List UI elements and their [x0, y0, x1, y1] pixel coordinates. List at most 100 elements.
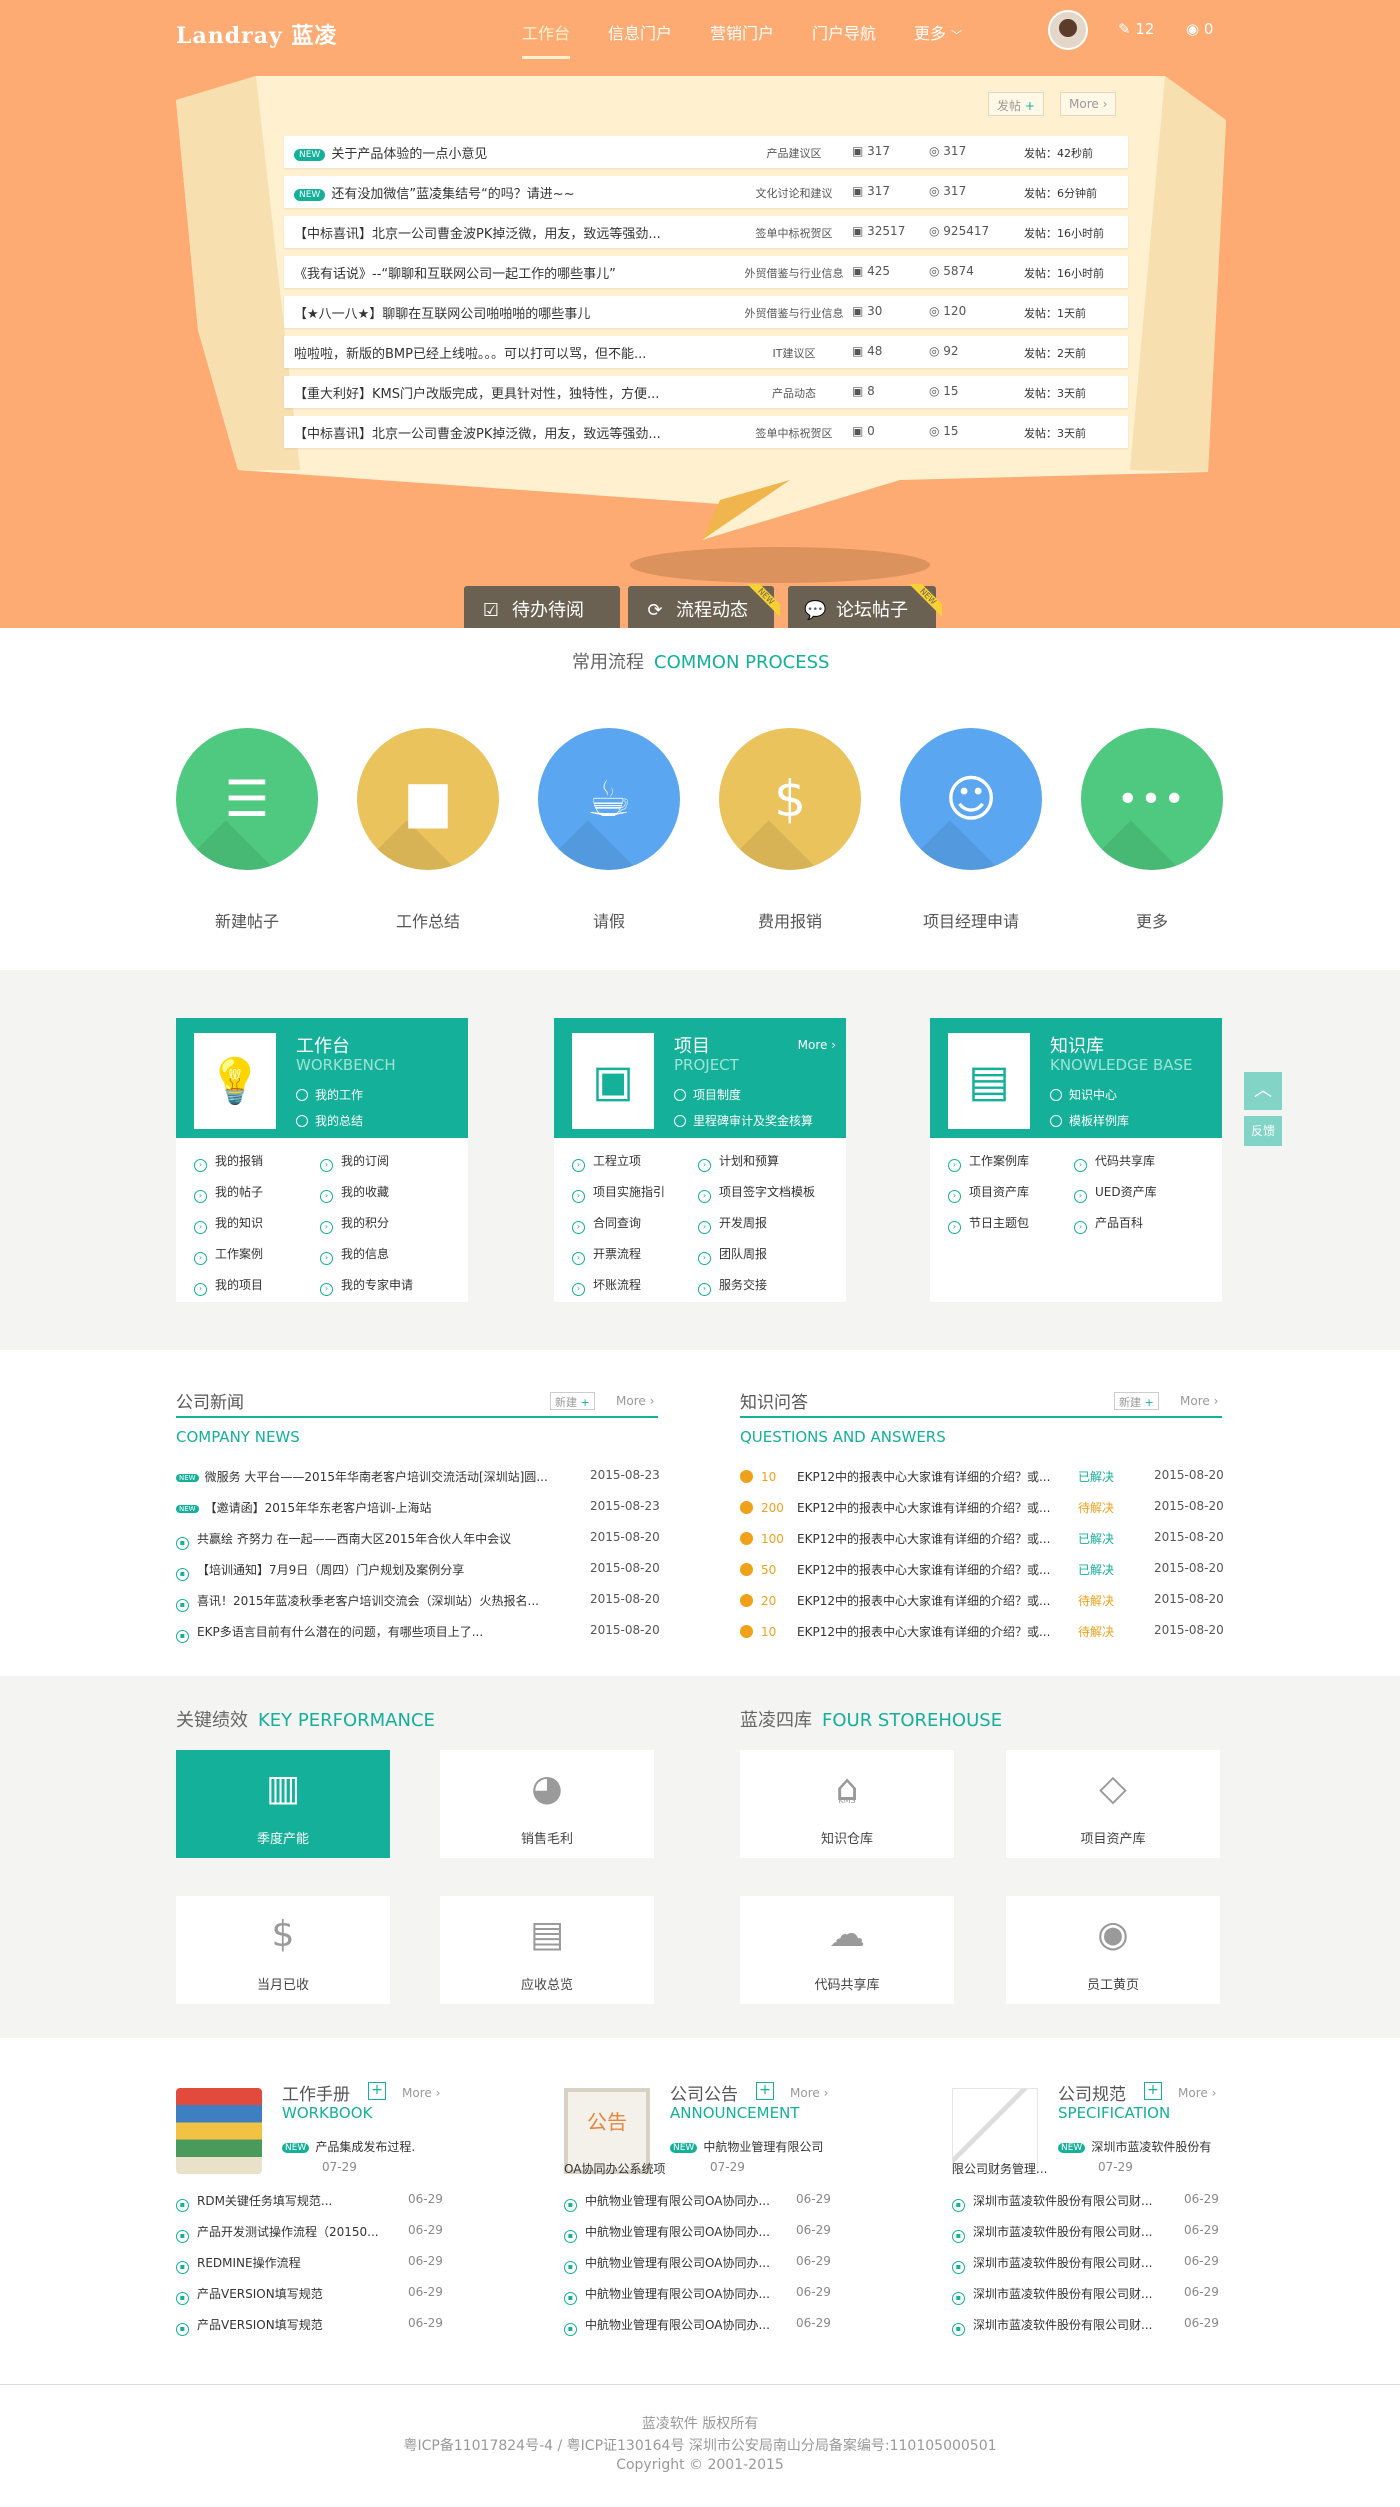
panel-link[interactable]: › 团队周报: [698, 1245, 767, 1265]
column-item[interactable]: ▪ 深圳市蓝凌软件股份有限公司财...: [952, 2316, 1152, 2336]
panel-link[interactable]: › 项目资产库: [948, 1183, 1029, 1203]
add-button[interactable]: +: [1144, 2082, 1162, 2100]
panel-more-link[interactable]: More ›: [798, 1038, 836, 1052]
post-button[interactable]: 发帖 +: [988, 92, 1044, 116]
forum-post-title[interactable]: NEW 还有没加微信”蓝凌集结号“的吗？请进~~: [294, 183, 575, 202]
forum-post-row[interactable]: 【重大利好】KMS门户改版完成，更具针对性，独特性，方便... 产品动态 ▣ 8 ◎ …: [284, 376, 1128, 408]
panel-link[interactable]: › 节日主题包: [948, 1214, 1029, 1234]
qa-more-link[interactable]: More ›: [1180, 1394, 1218, 1408]
news-item[interactable]: ▪ 共赢绘 齐努力 在一起——西南大区2015年合伙人年中会议: [176, 1530, 511, 1550]
column-item[interactable]: ▪ 深圳市蓝凌软件股份有限公司财...: [952, 2254, 1152, 2274]
add-button[interactable]: +: [368, 2082, 386, 2100]
column-item[interactable]: ▪ RDM关键任务填写规范...: [176, 2192, 332, 2212]
featured-item[interactable]: NEW 深圳市蓝凌软件股份有: [1058, 2138, 1211, 2155]
forum-post-category[interactable]: 外贸借鉴与行业信息: [734, 305, 854, 321]
panel-head-link[interactable]: 模板样例库: [1050, 1112, 1129, 1129]
panel-link[interactable]: › 我的订阅: [320, 1152, 389, 1172]
storehouse-tile[interactable]: ☁ 代码共享库: [740, 1896, 954, 2004]
panel-link[interactable]: › 我的知识: [194, 1214, 263, 1234]
tab-todo[interactable]: ☑ 待办待阅: [464, 586, 620, 628]
performance-tile[interactable]: ▤ 应收总览: [440, 1896, 654, 2004]
process-item-label[interactable]: 新建帖子: [176, 908, 318, 932]
panel-link[interactable]: › 服务交接: [698, 1276, 767, 1296]
qa-item[interactable]: 10 EKP12中的报表中心大家谁有详细的介绍？或...: [740, 1623, 1050, 1640]
panel-link[interactable]: › 我的报销: [194, 1152, 263, 1172]
forum-post-title[interactable]: 《我有话说》--“聊聊和互联网公司一起工作的哪些事儿”: [294, 263, 616, 282]
panel-head-link[interactable]: 项目制度: [674, 1086, 741, 1103]
add-button[interactable]: +: [756, 2082, 774, 2100]
process-item-label[interactable]: 项目经理申请: [900, 908, 1042, 932]
panel-link[interactable]: › 工程立项: [572, 1152, 641, 1172]
column-item[interactable]: ▪ 产品VERSION填写规范: [176, 2316, 323, 2336]
panel-link[interactable]: › 合同查询: [572, 1214, 641, 1234]
news-item[interactable]: ▪ EKP多语言目前有什么潜在的问题，有哪些项目上了...: [176, 1623, 483, 1643]
qa-item[interactable]: 10 EKP12中的报表中心大家谁有详细的介绍？或...: [740, 1468, 1050, 1485]
process-item-circle[interactable]: ☺: [900, 728, 1042, 870]
panel-link[interactable]: › 项目签字文档模板: [698, 1183, 815, 1203]
column-item[interactable]: ▪ 中航物业管理有限公司OA协同办...: [564, 2254, 770, 2274]
panel-link[interactable]: › 我的收藏: [320, 1183, 389, 1203]
forum-post-title[interactable]: 啦啦啦，新版的BMP已经上线啦。。。可以打可以骂，但不能...: [294, 343, 646, 362]
news-new-button[interactable]: 新建 +: [550, 1392, 595, 1410]
column-item[interactable]: ▪ 中航物业管理有限公司OA协同办...: [564, 2285, 770, 2305]
forum-post-row[interactable]: 【中标喜讯】北京一公司曹金波PK掉泛微，用友，致远等强劲... 签单中标祝贺区 ▣ …: [284, 216, 1128, 248]
back-to-top-button[interactable]: ︿: [1244, 1072, 1282, 1110]
panel-link[interactable]: › 我的专家申请: [320, 1276, 413, 1296]
column-item[interactable]: ▪ 中航物业管理有限公司OA协同办...: [564, 2223, 770, 2243]
forum-post-title[interactable]: 【中标喜讯】北京一公司曹金波PK掉泛微，用友，致远等强劲...: [294, 423, 661, 442]
forum-post-category[interactable]: 签单中标祝贺区: [734, 225, 854, 241]
performance-tile[interactable]: $ 当月已收: [176, 1896, 390, 2004]
news-item[interactable]: NEW 【邀请函】2015年华东老客户培训-上海站: [176, 1499, 431, 1516]
process-item-circle[interactable]: ☕: [538, 728, 680, 870]
performance-tile[interactable]: ◕ 销售毛利: [440, 1750, 654, 1858]
process-item-circle[interactable]: $: [719, 728, 861, 870]
panel-link[interactable]: › UED资产库: [1074, 1183, 1157, 1203]
column-item[interactable]: ▪ 中航物业管理有限公司OA协同办...: [564, 2192, 770, 2212]
column-item[interactable]: ▪ 深圳市蓝凌软件股份有限公司财...: [952, 2223, 1152, 2243]
forum-post-title[interactable]: 【★八一八★】聊聊在互联网公司啪啪啪的哪些事儿: [294, 303, 590, 322]
tab-process-updates[interactable]: ⟳ 流程动态 NEW: [628, 584, 780, 628]
process-item-label[interactable]: 更多: [1081, 908, 1223, 932]
news-more-link[interactable]: More ›: [616, 1394, 654, 1408]
featured-item[interactable]: NEW 产品集成发布过程.: [282, 2138, 415, 2155]
process-item-circle[interactable]: •••: [1081, 728, 1223, 870]
forum-post-category[interactable]: 外贸借鉴与行业信息: [734, 265, 854, 281]
panel-head-link[interactable]: 我的总结: [296, 1112, 363, 1129]
panel-link[interactable]: › 计划和预算: [698, 1152, 779, 1172]
qa-new-button[interactable]: 新建 +: [1114, 1392, 1159, 1410]
panel-link[interactable]: › 代码共享库: [1074, 1152, 1155, 1172]
process-item-label[interactable]: 请假: [538, 908, 680, 932]
column-item[interactable]: ▪ 产品VERSION填写规范: [176, 2285, 323, 2305]
column-item[interactable]: ▪ 深圳市蓝凌软件股份有限公司财...: [952, 2285, 1152, 2305]
forum-post-category[interactable]: 产品动态: [734, 385, 854, 401]
panel-head-link[interactable]: 知识中心: [1050, 1086, 1117, 1103]
process-item-circle[interactable]: ▆: [357, 728, 499, 870]
performance-tile[interactable]: ▥ 季度产能: [176, 1750, 390, 1858]
forum-post-row[interactable]: NEW 还有没加微信”蓝凌集结号“的吗？请进~~ 文化讨论和建议 ▣ 317 ◎ 317…: [284, 176, 1128, 208]
forum-post-row[interactable]: 【中标喜讯】北京一公司曹金波PK掉泛微，用友，致远等强劲... 签单中标祝贺区 ▣ …: [284, 416, 1128, 448]
column-item[interactable]: ▪ REDMINE操作流程: [176, 2254, 301, 2274]
panel-link[interactable]: › 我的信息: [320, 1245, 389, 1265]
panel-head-link[interactable]: 我的工作: [296, 1086, 363, 1103]
forum-post-title[interactable]: 【中标喜讯】北京一公司曹金波PK掉泛微，用友，致远等强劲...: [294, 223, 661, 242]
panel-link[interactable]: › 项目实施指引: [572, 1183, 665, 1203]
qa-item[interactable]: 200 EKP12中的报表中心大家谁有详细的介绍？或...: [740, 1499, 1050, 1516]
storehouse-tile[interactable]: ⌂ KMS 知识仓库: [740, 1750, 954, 1858]
storehouse-tile[interactable]: ◇ 项目资产库: [1006, 1750, 1220, 1858]
forum-more-button[interactable]: More ›: [1060, 92, 1117, 116]
forum-post-row[interactable]: NEW 关于产品体验的一点小意见 产品建议区 ▣ 317 ◎ 317 发帖：42秒前: [284, 136, 1128, 168]
feedback-button[interactable]: 反馈: [1244, 1116, 1282, 1146]
process-item-label[interactable]: 费用报销: [719, 908, 861, 932]
storehouse-tile[interactable]: ◉ 员工黄页: [1006, 1896, 1220, 2004]
column-more-link[interactable]: More ›: [402, 2086, 440, 2100]
forum-post-category[interactable]: 签单中标祝贺区: [734, 425, 854, 441]
panel-link[interactable]: › 开发周报: [698, 1214, 767, 1234]
forum-post-title[interactable]: 【重大利好】KMS门户改版完成，更具针对性，独特性，方便...: [294, 383, 659, 402]
panel-link[interactable]: › 产品百科: [1074, 1214, 1143, 1234]
qa-item[interactable]: 20 EKP12中的报表中心大家谁有详细的介绍？或...: [740, 1592, 1050, 1609]
news-item[interactable]: NEW 微服务 大平台——2015年华南老客户培训交流活动[深圳站]圆...: [176, 1468, 548, 1485]
forum-post-row[interactable]: 【★八一八★】聊聊在互联网公司啪啪啪的哪些事儿 外贸借鉴与行业信息 ▣ 30 ◎ 12…: [284, 296, 1128, 328]
column-item[interactable]: ▪ 产品开发测试操作流程（20150...: [176, 2223, 379, 2243]
column-more-link[interactable]: More ›: [1178, 2086, 1216, 2100]
panel-link[interactable]: › 工作案例: [194, 1245, 263, 1265]
